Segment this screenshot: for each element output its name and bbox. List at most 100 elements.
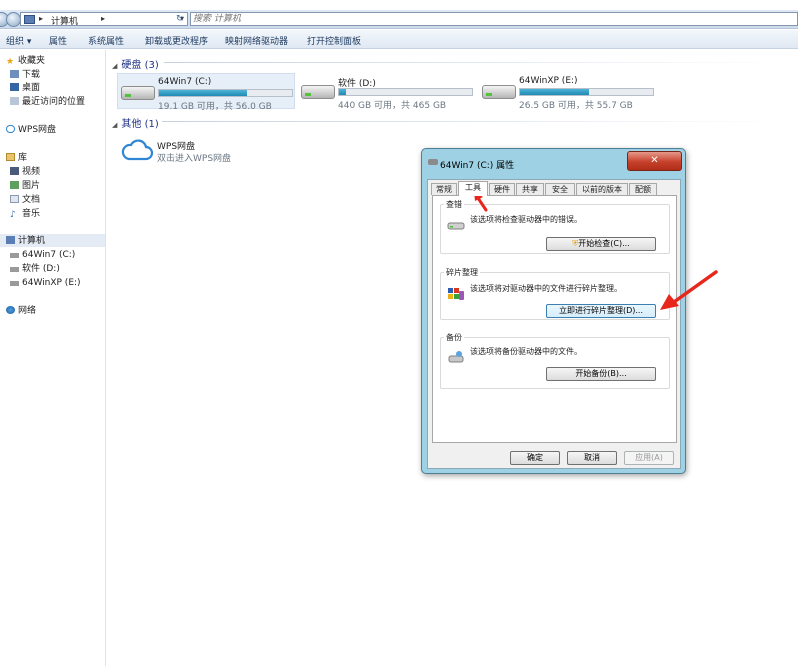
dialog-title: 64Win7 (C:) 属性 [440, 161, 515, 171]
ok-button[interactable]: 确定 [510, 451, 560, 465]
drive-check-icon [447, 218, 465, 232]
music-note-icon: ♪ [10, 210, 16, 220]
computer-icon [6, 236, 15, 244]
properties-button[interactable]: 属性 [49, 34, 67, 47]
forward-button[interactable] [6, 12, 21, 27]
drive-usage-fill [520, 89, 590, 95]
hard-drive-icon [10, 281, 19, 286]
group-divider [162, 121, 784, 122]
explorer-window: ▸ 计算机 ▸ ▾ ↻ 组织 ▾ 属性 系统属性 卸载或更改程序 映射网络驱动器… [0, 0, 798, 666]
address-bar: ▸ 计算机 ▸ ▾ ↻ [0, 10, 798, 29]
library-icon [6, 153, 15, 161]
nav-wps-cloud[interactable]: WPS网盘 [6, 124, 56, 136]
collapse-triangle-icon[interactable]: ◢ [112, 62, 117, 70]
nav-documents[interactable]: 文档 [10, 194, 40, 206]
cancel-button[interactable]: 取消 [567, 451, 617, 465]
drive-usage-bar [519, 88, 654, 96]
check-now-button[interactable]: ⛨开始检查(C)... [546, 237, 656, 251]
error-checking-desc: 该选项将检查驱动器中的错误。 [470, 215, 582, 224]
collapse-triangle-icon[interactable]: ◢ [112, 121, 117, 129]
backup-now-button[interactable]: 开始备份(B)... [546, 367, 656, 381]
tab-security[interactable]: 安全 [545, 183, 575, 195]
hard-drive-icon [121, 86, 155, 100]
document-icon [10, 195, 19, 203]
drive-free-space: 19.1 GB 可用，共 56.0 GB [158, 102, 272, 112]
computer-icon [24, 15, 35, 24]
close-button[interactable]: ✕ [627, 151, 682, 171]
wps-cloud-desc: 双击进入WPS网盘 [157, 154, 232, 164]
tab-tools[interactable]: 工具 [458, 181, 488, 196]
dialog-body: 常规 工具 硬件 共享 安全 以前的版本 配额 查错 该选项将检查驱动器中的错误… [427, 179, 681, 469]
nav-network[interactable]: 网络 [6, 305, 36, 317]
wps-cloud-icon[interactable] [121, 138, 153, 162]
nav-libraries[interactable]: 库 [6, 152, 27, 164]
drive-usage-bar [338, 88, 473, 96]
breadcrumb-chevron-icon[interactable]: ▸ [39, 14, 43, 23]
tools-tab-panel: 查错 该选项将检查驱动器中的错误。 ⛨开始检查(C)... 碎片整理 该选项将对… [432, 195, 677, 443]
map-network-drive-button[interactable]: 映射网络驱动器 [225, 34, 288, 47]
nav-desktop[interactable]: 桌面 [10, 82, 40, 94]
group-header-other[interactable]: ◢ 其他 (1) [112, 115, 159, 130]
hard-drive-icon [10, 253, 19, 258]
desktop-icon [10, 83, 19, 91]
nav-recent-places[interactable]: 最近访问的位置 [10, 96, 85, 108]
hard-drive-icon [428, 159, 438, 165]
tab-previous-versions[interactable]: 以前的版本 [576, 183, 628, 195]
backup-icon [447, 350, 465, 364]
nav-pictures[interactable]: 图片 [10, 180, 40, 192]
drive-properties-dialog: 64Win7 (C:) 属性 ✕ 常规 工具 硬件 共享 安全 以前的版本 配额… [421, 148, 686, 474]
backup-header: 备份 [444, 332, 464, 343]
search-input[interactable] [193, 13, 773, 25]
nav-drive-d[interactable]: 软件 (D:) [10, 263, 60, 275]
system-properties-button[interactable]: 系统属性 [88, 34, 124, 47]
network-globe-icon [6, 306, 15, 314]
defrag-header: 碎片整理 [444, 267, 480, 278]
refresh-icon[interactable]: ↻ [176, 14, 188, 25]
nav-favorites[interactable]: ★ 收藏夹 [6, 55, 45, 67]
error-checking-header: 查错 [444, 199, 464, 210]
tab-quota[interactable]: 配额 [629, 183, 657, 195]
picture-icon [10, 181, 19, 189]
breadcrumb-chevron-icon[interactable]: ▸ [101, 14, 105, 23]
hard-drive-icon [482, 85, 516, 99]
nav-videos[interactable]: 视频 [10, 166, 40, 178]
apply-button[interactable]: 应用(A) [624, 451, 674, 465]
uninstall-program-button[interactable]: 卸载或更改程序 [145, 34, 208, 47]
nav-downloads[interactable]: 下载 [10, 69, 40, 81]
address-box[interactable]: ▸ 计算机 ▸ ▾ [20, 12, 188, 27]
hard-drive-icon [301, 85, 335, 99]
annotation-arrow-defrag-button [660, 270, 718, 310]
nav-drive-e[interactable]: 64WinXP (E:) [10, 277, 81, 289]
defragment-now-button[interactable]: 立即进行碎片整理(D)... [546, 304, 656, 318]
group-divider [164, 62, 784, 63]
tab-general[interactable]: 常规 [431, 183, 457, 195]
drive-usage-fill [339, 89, 346, 95]
search-box[interactable] [190, 12, 798, 26]
drive-tile-d[interactable]: 软件 (D:) 440 GB 可用，共 465 GB [298, 73, 476, 111]
backup-desc: 该选项将备份驱动器中的文件。 [470, 347, 582, 356]
nav-drive-c[interactable]: 64Win7 (C:) [10, 249, 75, 261]
download-folder-icon [10, 70, 19, 78]
drive-free-space: 440 GB 可用，共 465 GB [338, 101, 447, 111]
drive-free-space: 26.5 GB 可用，共 55.7 GB [519, 101, 633, 111]
group-header-hard-disks[interactable]: ◢ 硬盘 (3) [112, 56, 159, 71]
defrag-icon [447, 286, 465, 300]
organize-menu[interactable]: 组织 ▾ [6, 34, 31, 47]
drive-name: 64Win7 (C:) [158, 77, 212, 87]
nav-computer[interactable]: 计算机 [6, 235, 45, 247]
tab-sharing[interactable]: 共享 [516, 183, 544, 195]
drive-tile-c[interactable]: 64Win7 (C:) 19.1 GB 可用，共 56.0 GB [117, 73, 295, 112]
cloud-icon [6, 125, 15, 133]
drive-name: 64WinXP (E:) [519, 76, 578, 86]
navigation-pane: ★ 收藏夹 下载 桌面 最近访问的位置 WPS网盘 库 视频 图片 文档 ♪ 音乐 … [0, 50, 106, 666]
hard-drive-icon [10, 267, 19, 272]
open-control-panel-button[interactable]: 打开控制面板 [307, 34, 361, 47]
drive-tile-e[interactable]: 64WinXP (E:) 26.5 GB 可用，共 55.7 GB [479, 73, 657, 111]
breadcrumb-computer[interactable]: 计算机 [51, 14, 78, 27]
nav-music[interactable]: ♪ 音乐 [10, 208, 40, 220]
star-icon: ★ [6, 57, 15, 67]
command-toolbar: 组织 ▾ 属性 系统属性 卸载或更改程序 映射网络驱动器 打开控制面板 [0, 30, 798, 49]
drive-usage-bar [158, 89, 293, 97]
recent-places-icon [10, 97, 19, 105]
defrag-desc: 该选项将对驱动器中的文件进行碎片整理。 [470, 284, 622, 293]
